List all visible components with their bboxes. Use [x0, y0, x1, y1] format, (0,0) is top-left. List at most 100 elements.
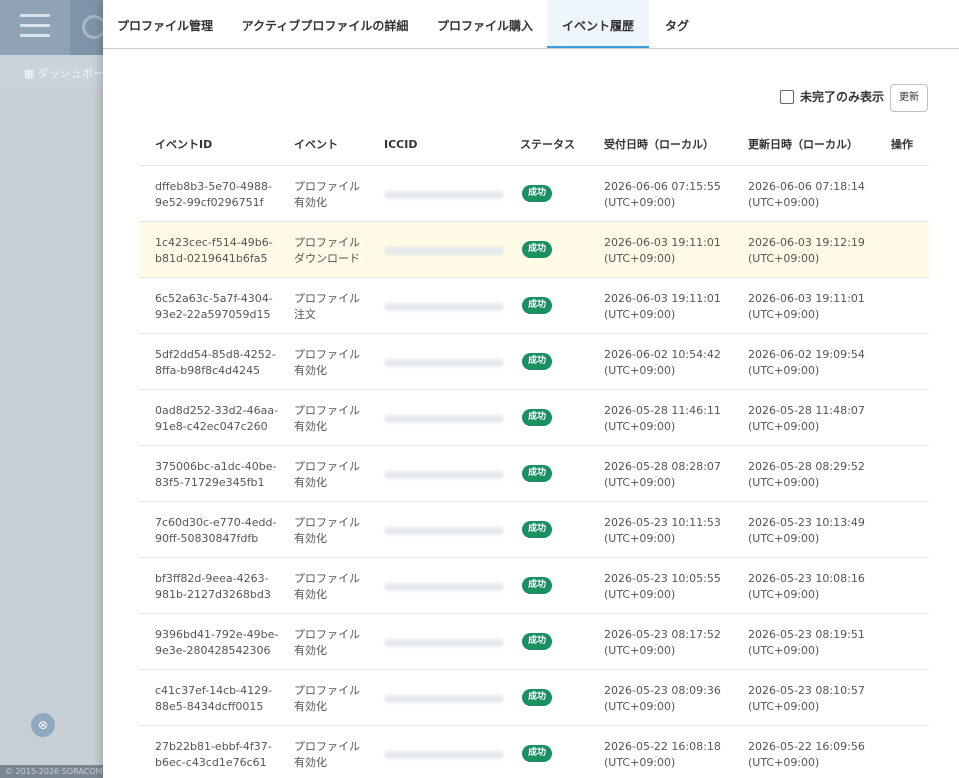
- event-type-cell: プロファイル ダウンロード: [294, 235, 378, 267]
- tab-active-profile-details[interactable]: アクティブプロファイルの詳細: [227, 0, 423, 48]
- received-at-datetime: 2026-05-28 08:28:07: [604, 460, 721, 473]
- iccid-redacted: [384, 471, 504, 479]
- status-badge: 成功: [522, 409, 553, 426]
- status-cell: 成功: [522, 184, 553, 202]
- tab-bar: プロファイル管理 アクティブプロファイルの詳細 プロファイル購入 イベント履歴 …: [103, 0, 959, 49]
- updated-at-datetime: 2026-05-28 08:29:52: [748, 460, 865, 473]
- tab-event-history[interactable]: イベント履歴: [547, 0, 649, 48]
- event-type-line1: プロファイル: [294, 292, 360, 305]
- iccid-redacted: [384, 247, 504, 255]
- event-id-cell: 375006bc-a1dc-40be- 83f5-71729e345fb1: [155, 459, 295, 491]
- table-row[interactable]: c41c37ef-14cb-4129- 88e5-8434dcff0015 プロファ…: [139, 670, 929, 726]
- received-at-cell: 2026-06-02 10:54:42 (UTC+09:00): [604, 347, 744, 379]
- tab-profile-management[interactable]: プロファイル管理: [103, 0, 227, 48]
- received-at-timezone: (UTC+09:00): [604, 756, 676, 769]
- event-type-line2: 有効化: [294, 420, 327, 433]
- event-id-part1: c41c37ef-14cb-4129-: [155, 684, 273, 697]
- event-type-cell: プロファイル 有効化: [294, 739, 378, 771]
- table-row[interactable]: 375006bc-a1dc-40be- 83f5-71729e345fb1 プロファ…: [139, 446, 929, 502]
- status-badge: 成功: [522, 633, 553, 650]
- tab-tags[interactable]: タグ: [649, 0, 705, 48]
- status-badge: 成功: [522, 185, 553, 202]
- status-cell: 成功: [522, 688, 553, 706]
- event-type-line1: プロファイル: [294, 460, 360, 473]
- status-cell: 成功: [522, 520, 553, 538]
- received-at-cell: 2026-05-23 10:11:53 (UTC+09:00): [604, 515, 744, 547]
- event-type-line1: プロファイル: [294, 180, 360, 193]
- status-badge: 成功: [522, 465, 553, 482]
- iccid-cell: [384, 236, 514, 262]
- received-at-timezone: (UTC+09:00): [604, 252, 676, 265]
- received-at-datetime: 2026-05-22 16:08:18: [604, 740, 721, 753]
- status-cell: 成功: [522, 744, 553, 762]
- table-row[interactable]: 1c423cec-f514-49b6- b81d-0219641b6fa5 プロファ…: [139, 222, 929, 278]
- table-row[interactable]: 27b22b81-ebbf-4f37- b6ec-c43cd1e76c61 プロファ…: [139, 726, 929, 778]
- status-cell: 成功: [522, 240, 553, 258]
- status-badge: 成功: [522, 353, 553, 370]
- event-type-line1: プロファイル: [294, 236, 360, 249]
- event-type-line2: 有効化: [294, 364, 327, 377]
- updated-at-timezone: (UTC+09:00): [748, 252, 820, 265]
- column-header-actions: 操作: [891, 138, 913, 151]
- event-type-cell: プロファイル 有効化: [294, 627, 378, 659]
- column-header-iccid: ICCID: [384, 138, 418, 151]
- help-icon[interactable]: ⊗: [31, 713, 55, 737]
- table-row[interactable]: 7c60d30c-e770-4edd- 90ff-50830847fdfb プロファ…: [139, 502, 929, 558]
- updated-at-cell: 2026-06-02 19:09:54 (UTC+09:00): [748, 347, 888, 379]
- event-type-cell: プロファイル 有効化: [294, 347, 378, 379]
- nav-item-dashboard[interactable]: ▦ ダッシュボード: [24, 65, 115, 81]
- tab-profile-purchase[interactable]: プロファイル購入: [423, 0, 547, 48]
- iccid-cell: [384, 460, 514, 486]
- event-id-part2: 981b-2127d3268bd3: [155, 588, 271, 601]
- updated-at-timezone: (UTC+09:00): [748, 588, 820, 601]
- status-badge: 成功: [522, 745, 553, 762]
- updated-at-cell: 2026-05-22 16:09:56 (UTC+09:00): [748, 739, 888, 771]
- table-row[interactable]: 9396bd41-792e-49be- 9e3e-280428542306 プロファ…: [139, 614, 929, 670]
- updated-at-timezone: (UTC+09:00): [748, 476, 820, 489]
- event-id-part1: 0ad8d252-33d2-46aa-: [155, 404, 279, 417]
- updated-at-cell: 2026-05-23 10:13:49 (UTC+09:00): [748, 515, 888, 547]
- iccid-redacted: [384, 751, 504, 759]
- event-type-line2: 有効化: [294, 532, 327, 545]
- updated-at-timezone: (UTC+09:00): [748, 756, 820, 769]
- status-cell: 成功: [522, 632, 553, 650]
- event-id-cell: 0ad8d252-33d2-46aa- 91e8-c42ec047c260: [155, 403, 295, 435]
- event-id-part1: 27b22b81-ebbf-4f37-: [155, 740, 272, 753]
- incomplete-only-filter[interactable]: 未完了のみ表示: [780, 88, 884, 105]
- event-id-part1: 6c52a63c-5a7f-4304-: [155, 292, 273, 305]
- status-cell: 成功: [522, 296, 553, 314]
- event-id-part2: 90ff-50830847fdfb: [155, 532, 259, 545]
- table-row[interactable]: 5df2dd54-85d8-4252- 8ffa-b98f8c4d4245 プロファ…: [139, 334, 929, 390]
- status-cell: 成功: [522, 408, 553, 426]
- updated-at-datetime: 2026-05-23 08:10:57: [748, 684, 865, 697]
- table-row[interactable]: bf3ff82d-9eea-4263- 981b-2127d3268bd3 プロファ…: [139, 558, 929, 614]
- table-row[interactable]: 6c52a63c-5a7f-4304- 93e2-22a597059d15 プロファ…: [139, 278, 929, 334]
- status-badge: 成功: [522, 689, 553, 706]
- iccid-redacted: [384, 191, 504, 199]
- sidebar: [0, 90, 103, 778]
- updated-at-timezone: (UTC+09:00): [748, 420, 820, 433]
- event-id-cell: 6c52a63c-5a7f-4304- 93e2-22a597059d15: [155, 291, 295, 323]
- status-cell: 成功: [522, 576, 553, 594]
- table-row[interactable]: 0ad8d252-33d2-46aa- 91e8-c42ec047c260 プロファ…: [139, 390, 929, 446]
- event-id-part1: 9396bd41-792e-49be-: [155, 628, 279, 641]
- received-at-cell: 2026-05-28 08:28:07 (UTC+09:00): [604, 459, 744, 491]
- hamburger-menu-icon[interactable]: [20, 14, 50, 38]
- iccid-cell: [384, 292, 514, 318]
- refresh-button[interactable]: 更新: [890, 84, 928, 112]
- grid-icon: ▦: [24, 67, 35, 80]
- event-id-cell: 5df2dd54-85d8-4252- 8ffa-b98f8c4d4245: [155, 347, 295, 379]
- event-type-line1: プロファイル: [294, 628, 360, 641]
- table-row[interactable]: dffeb8b3-5e70-4988- 9e52-99cf0296751f プロファ…: [139, 166, 929, 222]
- event-type-line2: 有効化: [294, 196, 327, 209]
- received-at-timezone: (UTC+09:00): [604, 700, 676, 713]
- updated-at-datetime: 2026-05-22 16:09:56: [748, 740, 865, 753]
- iccid-redacted: [384, 415, 504, 423]
- iccid-cell: [384, 180, 514, 206]
- incomplete-only-checkbox[interactable]: [780, 89, 794, 104]
- iccid-cell: [384, 684, 514, 710]
- status-badge: 成功: [522, 521, 553, 538]
- received-at-cell: 2026-06-03 19:11:01 (UTC+09:00): [604, 291, 744, 323]
- event-type-line1: プロファイル: [294, 404, 360, 417]
- status-badge: 成功: [522, 297, 553, 314]
